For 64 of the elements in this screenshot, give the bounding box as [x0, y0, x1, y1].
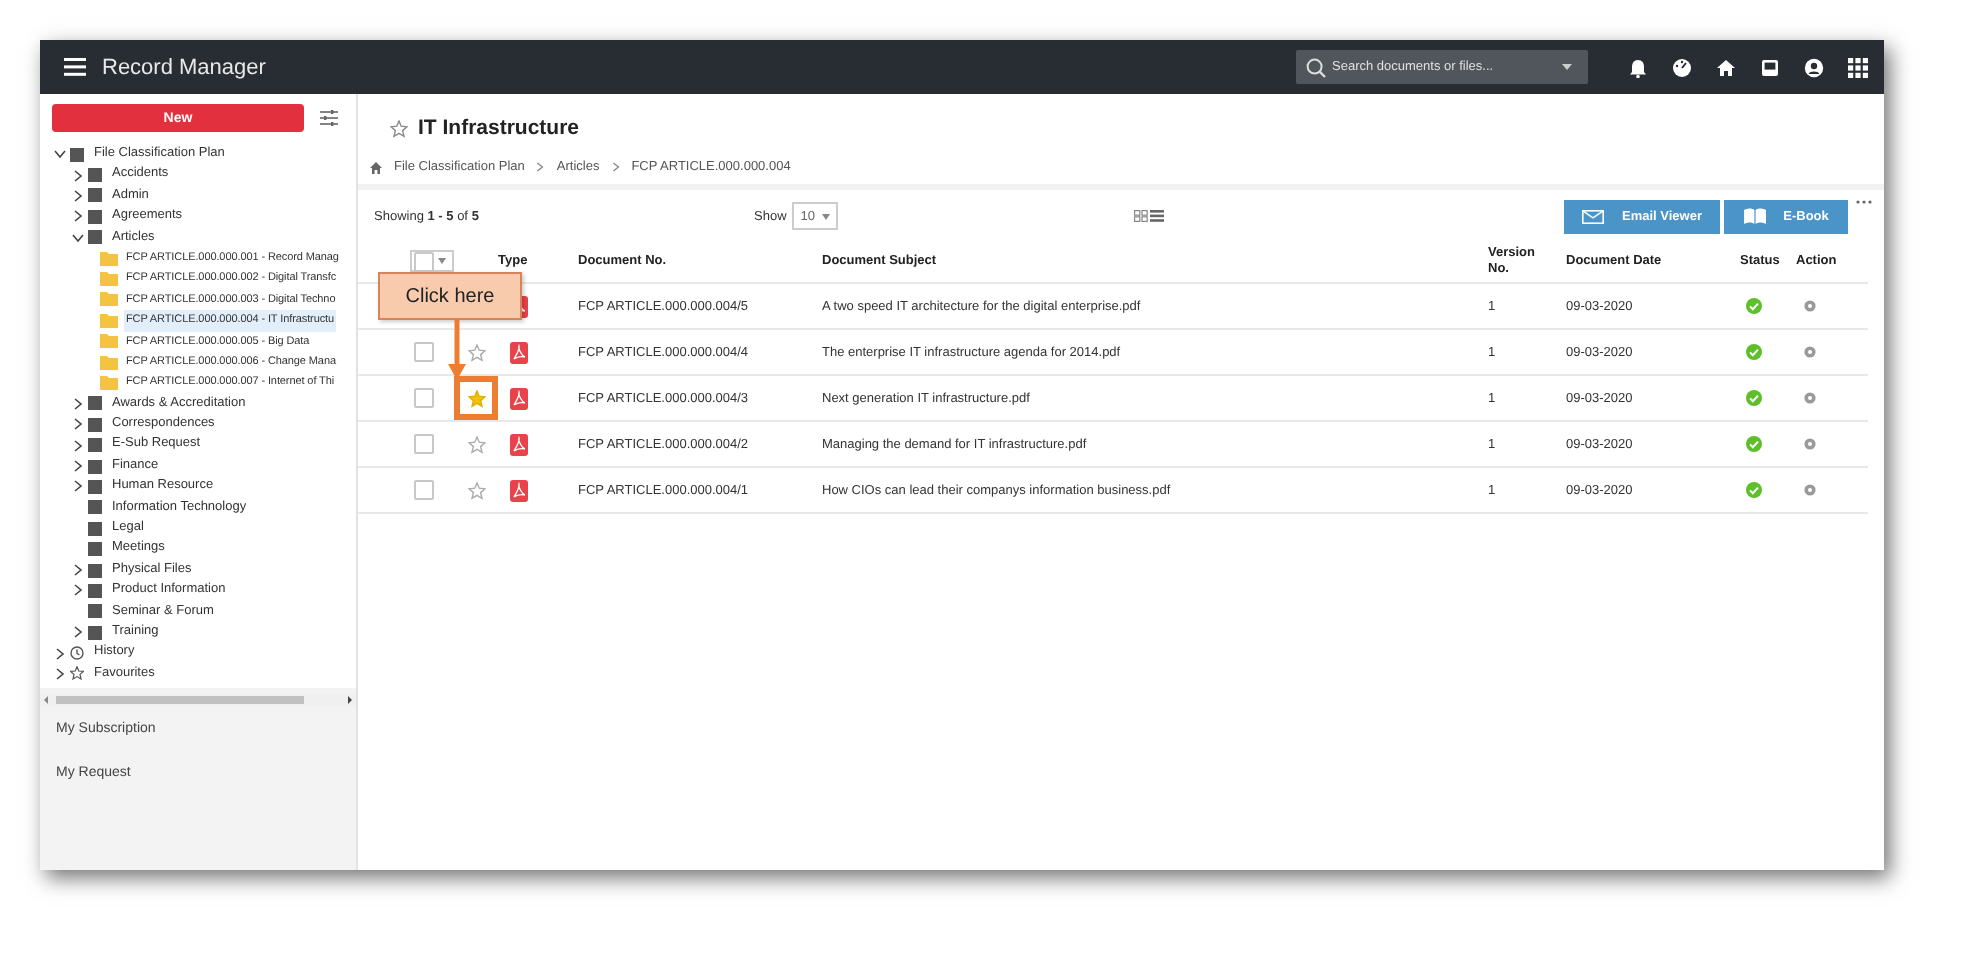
star-outline-icon[interactable] — [467, 481, 485, 499]
select-all-checkbox[interactable] — [410, 250, 454, 272]
check-circle-icon — [1746, 482, 1762, 498]
chevron-right-icon[interactable] — [72, 210, 84, 223]
home-icon[interactable] — [1716, 57, 1736, 77]
chevron-right-icon[interactable] — [72, 418, 84, 431]
caret-icon — [438, 258, 446, 264]
chevron-right-icon[interactable] — [54, 647, 66, 660]
callout: Click here — [378, 272, 522, 320]
row-checkbox[interactable] — [414, 480, 434, 500]
chevron-right-icon — [611, 162, 620, 172]
check-circle-icon — [1746, 436, 1762, 452]
chevron-down-icon[interactable] — [72, 231, 84, 244]
chevron-right-icon[interactable] — [72, 189, 84, 202]
chevron-right-icon[interactable] — [72, 397, 84, 410]
gauge-icon[interactable] — [1672, 57, 1692, 77]
book-icon — [1743, 208, 1766, 224]
gear-icon[interactable] — [1804, 392, 1816, 404]
app-title: Record Manager — [102, 55, 266, 79]
chevron-right-icon[interactable] — [72, 584, 84, 597]
check-circle-icon — [1746, 298, 1762, 314]
star-outline-icon — [70, 666, 84, 681]
row-checkbox[interactable] — [414, 342, 434, 362]
search-icon — [1306, 57, 1326, 77]
grid-view-icon[interactable] — [1133, 210, 1147, 222]
star-outline-icon[interactable] — [467, 435, 485, 453]
pdf-icon — [510, 387, 528, 409]
gear-icon[interactable] — [1804, 300, 1816, 312]
star-outline-icon[interactable] — [467, 343, 485, 361]
chevron-right-icon[interactable] — [72, 626, 84, 639]
star-outline-icon[interactable] — [390, 119, 408, 137]
row-checkbox[interactable] — [414, 388, 434, 408]
pdf-icon — [510, 433, 528, 455]
user-icon[interactable] — [1804, 57, 1824, 77]
row-checkbox[interactable] — [414, 434, 434, 454]
page-title: IT Infrastructure — [418, 116, 580, 140]
check-circle-icon — [1746, 390, 1762, 406]
pdf-icon — [510, 479, 528, 501]
chevron-right-icon[interactable] — [72, 564, 84, 576]
check-circle-icon — [1746, 344, 1762, 360]
apps-icon[interactable] — [1848, 57, 1868, 77]
chevron-down-icon[interactable] — [54, 148, 66, 161]
bell-icon[interactable] — [1628, 57, 1648, 77]
chevron-right-icon — [536, 162, 545, 172]
menu-icon[interactable] — [64, 58, 86, 76]
list-view-icon[interactable] — [1149, 210, 1163, 222]
home-icon — [370, 161, 382, 173]
chevron-right-icon[interactable] — [72, 460, 84, 473]
pdf-icon — [510, 341, 528, 363]
inbox-icon[interactable] — [1760, 57, 1780, 77]
chevron-right-icon[interactable] — [72, 439, 84, 452]
filter-settings-icon[interactable] — [320, 110, 338, 126]
history-icon — [70, 646, 84, 661]
chevron-right-icon[interactable] — [54, 667, 66, 680]
chevron-right-icon[interactable] — [72, 169, 84, 182]
mail-icon — [1582, 209, 1604, 223]
horizontal-scrollbar[interactable] — [40, 694, 356, 707]
caret-icon — [821, 213, 829, 219]
star-filled-icon[interactable] — [467, 389, 485, 407]
caret-icon[interactable] — [1562, 64, 1572, 70]
chevron-right-icon[interactable] — [72, 480, 84, 493]
gear-icon[interactable] — [1804, 438, 1816, 450]
gear-icon[interactable] — [1804, 346, 1816, 358]
gear-icon[interactable] — [1804, 484, 1816, 496]
